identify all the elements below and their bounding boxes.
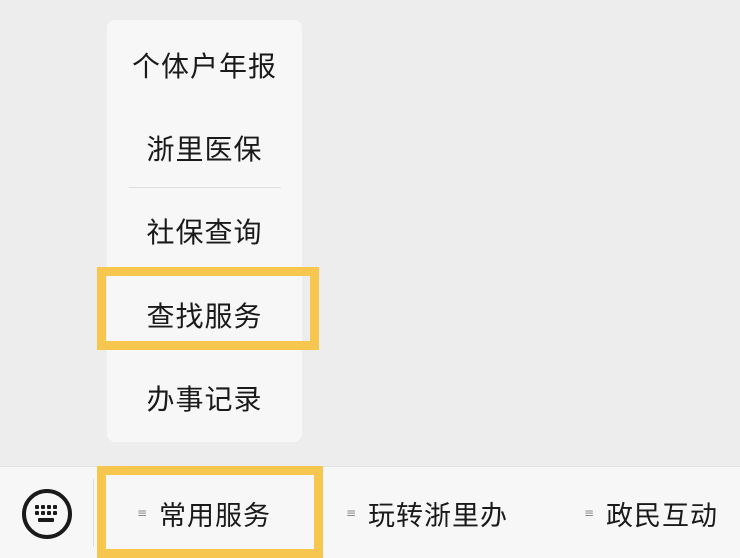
menu-item-label: 查找服务 <box>146 300 263 333</box>
menu-lines-icon: ≡ <box>137 506 148 520</box>
tab-common-services[interactable]: ≡ 常用服务 <box>137 467 271 558</box>
keyboard-toggle-button[interactable] <box>22 489 72 539</box>
menu-item-individual-annual-report[interactable]: 个体户年报 <box>107 37 302 93</box>
menu-item-social-security-query[interactable]: 社保查询 <box>107 203 302 259</box>
keyboard-icon <box>35 505 57 522</box>
tab-government-citizen-interaction[interactable]: ≡ 政民互动 <box>584 467 718 558</box>
bar-divider <box>93 479 94 547</box>
menu-item-label: 办事记录 <box>146 383 263 416</box>
menu-item-service-records[interactable]: 办事记录 <box>107 370 302 426</box>
menu-item-label: 浙里医保 <box>146 133 263 166</box>
popup-menu: 个体户年报 浙里医保 社保查询 查找服务 办事记录 <box>107 20 302 442</box>
menu-item-find-service[interactable]: 查找服务 <box>107 287 302 343</box>
tab-label: 玩转浙里办 <box>368 500 508 532</box>
tab-label: 常用服务 <box>159 500 271 532</box>
menu-item-zheli-medical-insurance[interactable]: 浙里医保 <box>107 120 302 176</box>
tab-play-zheliban[interactable]: ≡ 玩转浙里办 <box>346 467 508 558</box>
menu-item-label: 社保查询 <box>146 216 263 249</box>
tab-label: 政民互动 <box>606 500 718 532</box>
menu-lines-icon: ≡ <box>584 506 595 520</box>
menu-item-label: 个体户年报 <box>131 50 277 83</box>
bottom-menu-bar: ≡ 常用服务 ≡ 玩转浙里办 ≡ 政民互动 <box>0 466 740 558</box>
menu-divider <box>129 187 281 188</box>
menu-lines-icon: ≡ <box>346 506 357 520</box>
